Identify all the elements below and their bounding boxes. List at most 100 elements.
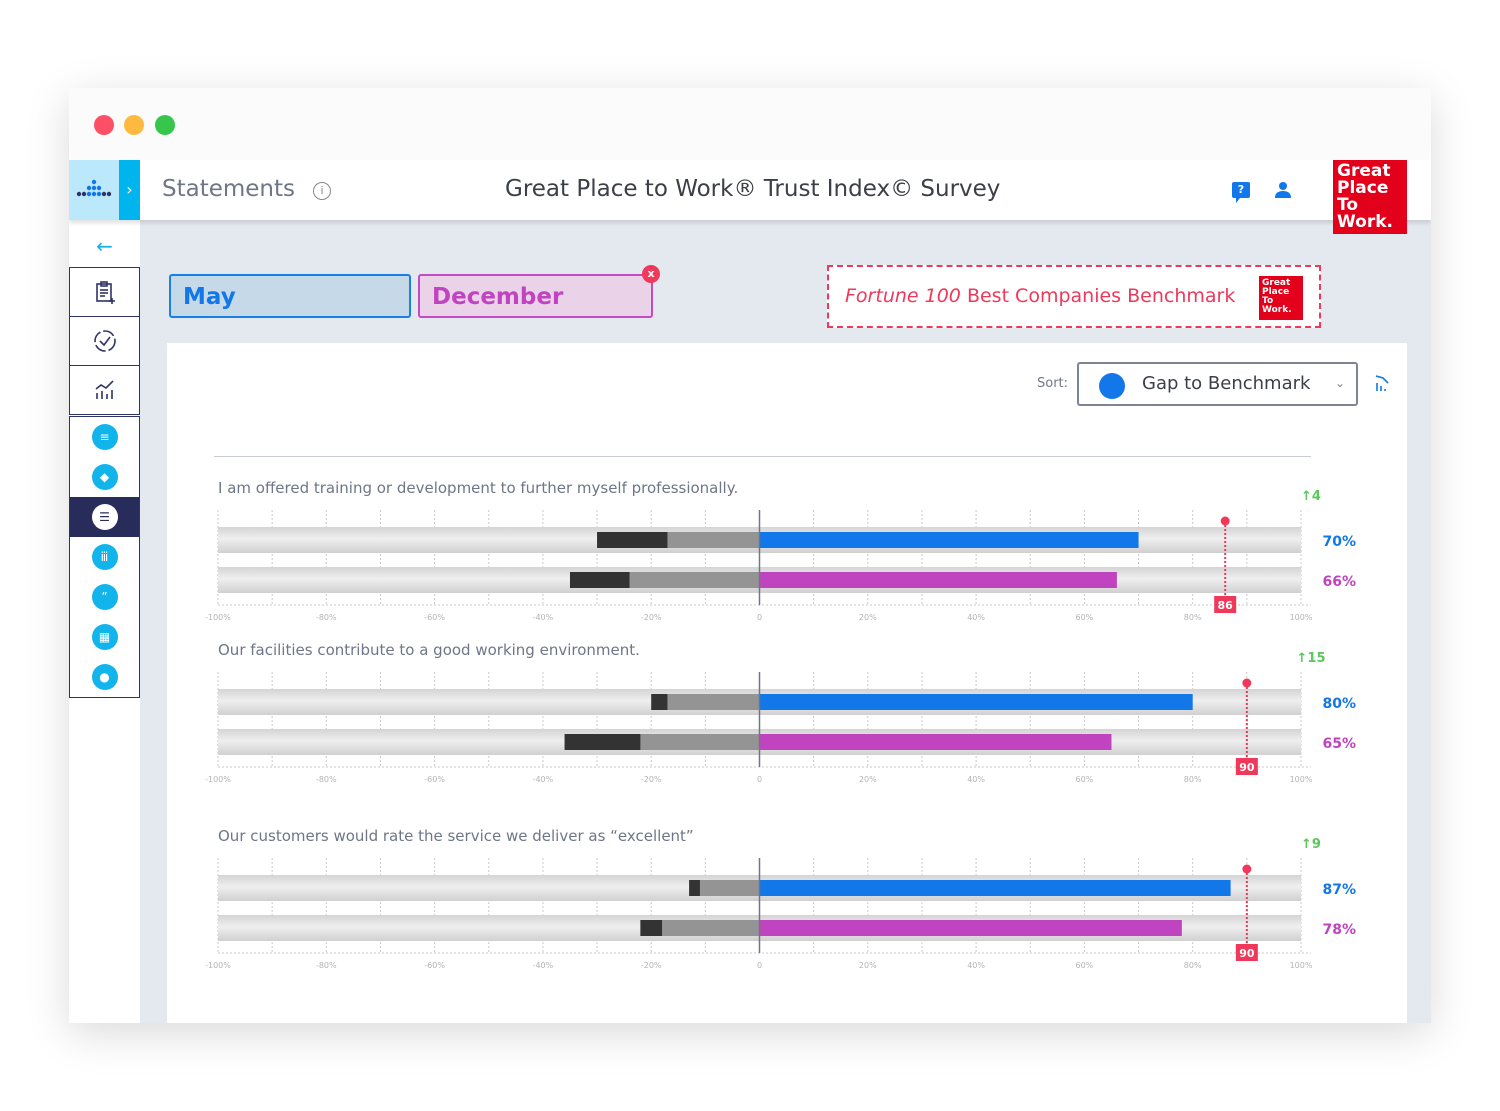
benchmark-label: Fortune 100 Best Companies Benchmark [845, 285, 1236, 307]
negative-bar-light [667, 694, 760, 710]
circle-check-icon [93, 330, 116, 352]
value-label: 80% [1322, 696, 1356, 712]
arrow-left-icon: ← [96, 234, 113, 258]
negative-bar-light [662, 920, 760, 936]
window-maximize-button[interactable] [155, 115, 175, 135]
survey-title: Great Place to Work® Trust Index© Survey [505, 176, 1001, 202]
benchmark-dot [1242, 864, 1252, 874]
sidebar-nav-bottom: ≡ ◆ ☰ ⅲ ” ▦ ● [69, 416, 140, 698]
statement-text: I am offered training or development to … [218, 479, 738, 497]
benchmark-value-label: 90 [1239, 761, 1255, 774]
benchmark-dot [1220, 516, 1230, 526]
x-tick-label: 80% [1184, 613, 1202, 622]
x-tick-label: -40% [533, 961, 554, 970]
value-label: 66% [1322, 574, 1356, 590]
x-tick-label: -60% [424, 961, 445, 970]
sidebar-expand-button[interactable]: › [119, 160, 140, 220]
gptw-logo: Great Place To Work. [1333, 160, 1407, 234]
sidebar-item-statements[interactable]: ☰ [70, 497, 139, 537]
benchmark-value-label: 86 [1218, 599, 1234, 612]
x-tick-label: -100% [205, 961, 231, 970]
statements-panel: Sort: Gap to Benchmark ⌄ I am offered tr… [167, 343, 1407, 1023]
x-tick-label: -80% [316, 961, 337, 970]
back-button[interactable]: ← [69, 228, 140, 264]
x-tick-label: 0 [757, 775, 762, 784]
period-december-chip[interactable]: December [418, 274, 653, 318]
grid-chart-icon: ▦ [91, 624, 118, 650]
app-logo[interactable] [69, 160, 119, 220]
window-close-button[interactable] [94, 115, 114, 135]
statement-text: Our customers would rate the service we … [218, 827, 694, 845]
positive-bar [759, 532, 1139, 548]
change-indicator: ↑15 [1297, 651, 1326, 666]
benchmark-dot [1242, 678, 1252, 688]
x-tick-label: 20% [859, 961, 877, 970]
people-icon: ⅲ [91, 544, 118, 570]
positive-bar [759, 572, 1117, 588]
x-tick-label: -20% [641, 613, 662, 622]
layers-icon: ◆ [91, 464, 118, 490]
positive-bar [759, 880, 1231, 896]
info-icon[interactable]: i [313, 182, 331, 200]
value-label: 87% [1322, 882, 1356, 898]
x-tick-label: 100% [1290, 613, 1313, 622]
document-icon: ≡ [91, 424, 118, 450]
change-indicator: ↑4 [1301, 489, 1321, 504]
x-tick-label: 60% [1076, 961, 1094, 970]
benchmark-gptw-logo: Great Place To Work. [1259, 276, 1303, 320]
sidebar-item-survey-add[interactable] [70, 268, 139, 317]
user-icon[interactable] [1274, 181, 1292, 199]
window-minimize-button[interactable] [124, 115, 144, 135]
x-tick-label: 60% [1076, 613, 1094, 622]
x-tick-label: 100% [1290, 775, 1313, 784]
negative-bar-light [699, 880, 760, 896]
x-tick-label: -40% [533, 775, 554, 784]
x-tick-label: 40% [967, 775, 985, 784]
quote-icon: ” [91, 584, 118, 610]
sidebar-item-demographics[interactable]: ⅲ [70, 537, 139, 577]
x-tick-label: 20% [859, 613, 877, 622]
value-label: 70% [1322, 534, 1356, 550]
app-header: › Statements i Great Place to Work® Trus… [69, 160, 1431, 234]
negative-bar-light [629, 572, 760, 588]
app-window: › Statements i Great Place to Work® Trus… [69, 88, 1431, 1023]
sidebar-item-heatmap[interactable]: ▦ [70, 617, 139, 657]
value-label: 65% [1322, 736, 1356, 752]
help-chat-icon[interactable]: ? [1232, 182, 1250, 203]
negative-bar-light [640, 734, 760, 750]
sidebar-item-progress[interactable] [70, 317, 139, 366]
sidebar-item-admin[interactable]: ● [70, 657, 139, 697]
x-tick-label: -20% [641, 961, 662, 970]
x-tick-label: 0 [757, 961, 762, 970]
remove-period-button[interactable]: x [642, 265, 660, 283]
checklist-icon: ☰ [91, 504, 118, 530]
main-content: May December x Fortune 100 Best Companie… [140, 220, 1431, 1023]
x-tick-label: 0 [757, 613, 762, 622]
x-tick-label: -100% [205, 613, 231, 622]
x-tick-label: -80% [316, 613, 337, 622]
x-tick-label: -40% [533, 613, 554, 622]
value-label: 78% [1322, 922, 1356, 938]
sidebar-item-report[interactable]: ≡ [70, 417, 139, 457]
x-tick-label: -80% [316, 775, 337, 784]
positive-bar [759, 734, 1112, 750]
statements-chart: I am offered training or development to … [205, 479, 1356, 970]
benchmark-selector[interactable]: Fortune 100 Best Companies Benchmark Gre… [827, 265, 1321, 328]
page-title: Statements [162, 176, 296, 202]
window-titlebar [69, 88, 1431, 160]
sidebar-item-analytics[interactable] [70, 366, 139, 414]
period-may-chip[interactable]: May [169, 274, 411, 318]
x-tick-label: 20% [859, 775, 877, 784]
sidebar-item-comments[interactable]: ” [70, 577, 139, 617]
chart-trend-icon [95, 380, 114, 399]
x-tick-label: -60% [424, 613, 445, 622]
negative-bar-light [667, 532, 760, 548]
x-tick-label: 100% [1290, 961, 1313, 970]
sidebar-item-layers[interactable]: ◆ [70, 457, 139, 497]
change-indicator: ↑9 [1301, 837, 1321, 852]
sidebar-nav-top [69, 267, 140, 415]
statement-text: Our facilities contribute to a good work… [218, 641, 640, 659]
clipboard-plus-icon [95, 281, 115, 304]
x-tick-label: 80% [1184, 775, 1202, 784]
x-tick-label: 60% [1076, 775, 1094, 784]
